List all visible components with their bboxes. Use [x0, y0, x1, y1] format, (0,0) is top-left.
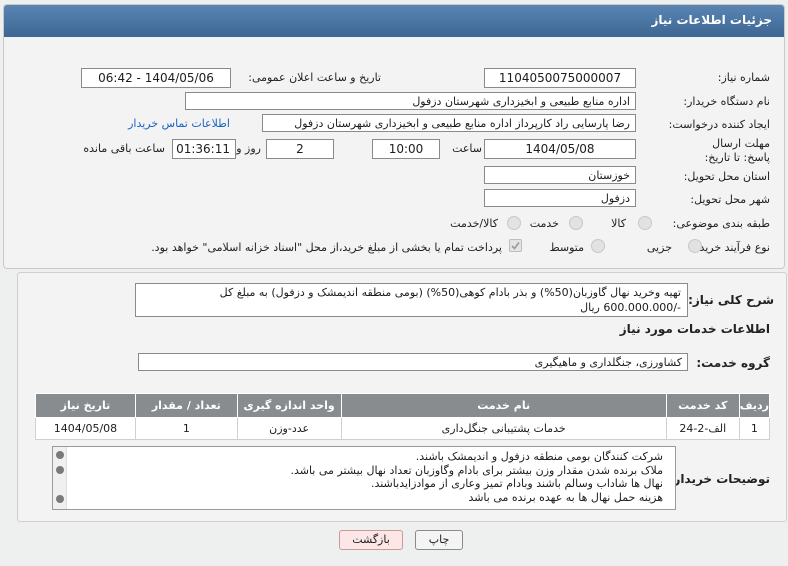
- announce-datetime-label: تاریخ و ساعت اعلان عمومی:: [248, 71, 381, 84]
- table-row: 1404/05/08 1 عدد-وزن خدمات پشتیبانی جنگل…: [35, 417, 771, 440]
- back-button[interactable]: بازگشت: [339, 530, 403, 550]
- buyer-contact-link[interactable]: اطلاعات تماس خریدار: [128, 117, 230, 130]
- header-bar: جزئیات اطلاعات نیاز: [4, 5, 784, 37]
- scroll-dots-icon: [56, 451, 64, 503]
- note-line: ملاک برنده شدن مقدار وزن بیشتر برای بادا…: [290, 463, 663, 477]
- need-details-panel: جزئیات اطلاعات نیاز: [3, 4, 785, 269]
- payment-note: پرداخت تمام یا بخشی از مبلغ خرید،از محل …: [151, 241, 502, 254]
- creator-field: رضا پارسایی راد کارپرداز اداره منابع طبی…: [262, 114, 636, 132]
- buyer-notes-textarea[interactable]: شرکت کنندگان بومی منطقه دزفول و اندیمشک …: [52, 446, 676, 510]
- deadline-date-field: 1404/05/08: [484, 139, 636, 159]
- province-field: خوزستان: [484, 166, 636, 184]
- purchase-medium-label: متوسط: [549, 241, 584, 254]
- note-line: شرکت کنندگان بومی منطقه دزفول و اندیمشک …: [415, 450, 663, 463]
- treasury-bonds-checkbox[interactable]: [509, 239, 522, 252]
- services-section-title: اطلاعات خدمات مورد نیاز: [619, 322, 770, 336]
- category-goods-service-label: کالا/خدمت: [450, 217, 498, 230]
- col-header-service-name: نام خدمت: [340, 393, 667, 418]
- cell-need-date: 1404/05/08: [35, 417, 136, 440]
- city-label: شهر محل تحویل:: [690, 193, 770, 206]
- category-label: طبقه بندی موضوعی:: [672, 217, 770, 230]
- announce-datetime-field: 1404/05/06 - 06:42: [81, 68, 231, 88]
- check-icon: [511, 242, 520, 250]
- col-header-quantity: تعداد / مقدار: [134, 393, 238, 418]
- col-header-need-date: تاریخ نیاز: [35, 393, 136, 418]
- note-line: هزینه حمل نهال ها به عهده برنده می باشد: [468, 490, 663, 504]
- cell-service-name: خدمات پشتیبانی جنگل‌داری: [340, 417, 667, 440]
- need-number-field: 1104050075000007: [484, 68, 636, 88]
- deadline-time-field: 10:00: [372, 139, 440, 159]
- city-field: دزفول: [484, 189, 636, 207]
- summary-textarea: تهیه وخرید نهال گاوزبان(50%) و بذر بادام…: [135, 283, 688, 317]
- col-header-unit: واحد اندازه گیری: [236, 393, 342, 418]
- page-title: جزئیات اطلاعات نیاز: [651, 13, 772, 27]
- cell-row-number: 1: [738, 417, 771, 440]
- col-header-row: ردیف: [738, 393, 771, 418]
- cell-unit: عدد-وزن: [236, 417, 342, 440]
- print-button[interactable]: چاپ: [415, 530, 463, 550]
- category-service-label: خدمت: [529, 217, 559, 230]
- province-label: استان محل تحویل:: [683, 170, 770, 183]
- service-group-label: گروه خدمت:: [696, 356, 770, 370]
- category-goods-label: کالا: [611, 217, 626, 230]
- remaining-time-field: 01:36:11: [172, 139, 236, 159]
- purchase-medium-radio[interactable]: [591, 239, 605, 253]
- purchase-minor-radio[interactable]: [688, 239, 702, 253]
- category-service-radio[interactable]: [569, 216, 583, 230]
- days-remaining-field: 2: [266, 139, 334, 159]
- table-header-row: تاریخ نیاز تعداد / مقدار واحد اندازه گیر…: [35, 393, 771, 418]
- cell-service-code: الف-2-24: [665, 417, 740, 440]
- buyer-notes-label: توضیحات خریدار:: [668, 472, 770, 486]
- deadline-label: مهلت ارسال پاسخ: تا تاریخ:: [704, 137, 770, 164]
- category-goods-radio[interactable]: [638, 216, 652, 230]
- buyer-org-label: نام دستگاه خریدار:: [683, 95, 770, 108]
- col-header-service-code: کد خدمت: [665, 393, 740, 418]
- purchase-type-label: نوع فرآیند خرید :: [692, 241, 770, 254]
- creator-label: ایجاد کننده درخواست:: [668, 118, 770, 131]
- need-number-label: شماره نیاز:: [717, 71, 770, 84]
- service-group-field: کشاورزی، جنگلداری و ماهیگیری: [138, 353, 688, 371]
- category-goods-service-radio[interactable]: [507, 216, 521, 230]
- purchase-minor-label: جزیی: [646, 241, 672, 254]
- cell-quantity: 1: [134, 417, 238, 440]
- remaining-time-label: ساعت باقی مانده: [83, 142, 165, 155]
- days-label: روز و: [236, 142, 261, 155]
- deadline-time-label: ساعت: [452, 142, 482, 155]
- services-table: تاریخ نیاز تعداد / مقدار واحد اندازه گیر…: [35, 393, 771, 440]
- note-line: نهال ها شاداب وسالم باشند وبادام تمیز وع…: [370, 477, 663, 491]
- summary-label: شرح کلی نیاز:: [688, 293, 774, 307]
- notes-scrollbar[interactable]: [53, 447, 67, 509]
- buyer-org-field: اداره منابع طبیعی و ابخیزداری شهرستان دز…: [185, 92, 636, 110]
